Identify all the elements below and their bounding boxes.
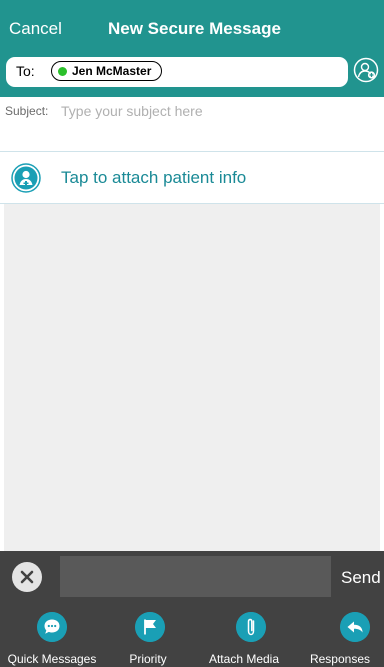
online-status-dot xyxy=(58,66,67,76)
compose-bar: Send xyxy=(0,551,384,604)
subject-input[interactable] xyxy=(59,100,363,122)
flag-icon xyxy=(135,612,165,642)
header: Cancel New Secure Message To: Jen McMast… xyxy=(0,0,384,97)
to-field[interactable]: To: Jen McMaster xyxy=(6,57,348,87)
attach-patient-row[interactable]: Tap to attach patient info xyxy=(0,152,384,204)
add-person-icon[interactable] xyxy=(353,57,379,83)
toolbar-item-label: Quick Messages xyxy=(7,652,97,666)
toolbar-item-label: Priority xyxy=(129,652,167,666)
page-title: New Secure Message xyxy=(108,19,281,38)
clear-button[interactable] xyxy=(12,562,42,592)
message-input[interactable] xyxy=(60,556,331,597)
toolbar-item-label: Responses xyxy=(309,652,371,666)
subject-label: Subject: xyxy=(5,104,49,118)
message-body-area[interactable] xyxy=(4,204,380,551)
bottom-toolbar: Quick Messages Priority Attach Media Res… xyxy=(0,604,384,667)
toolbar-item-label: Attach Media xyxy=(208,652,280,666)
send-button[interactable]: Send xyxy=(341,568,381,588)
cancel-button[interactable]: Cancel xyxy=(9,19,62,39)
quick-messages-button[interactable]: Quick Messages xyxy=(4,604,100,667)
recipient-name: Jen McMaster xyxy=(72,64,152,78)
chat-bubble-icon xyxy=(37,612,67,642)
close-icon xyxy=(20,570,34,584)
recipient-chip[interactable]: Jen McMaster xyxy=(51,61,163,81)
subject-row: Subject: xyxy=(0,97,384,152)
responses-button[interactable]: Responses xyxy=(292,604,384,667)
patient-icon xyxy=(11,163,41,193)
attach-patient-label: Tap to attach patient info xyxy=(61,168,247,187)
attach-media-button[interactable]: Attach Media xyxy=(196,604,292,667)
paperclip-icon xyxy=(236,612,266,642)
priority-button[interactable]: Priority xyxy=(100,604,196,667)
reply-arrow-icon xyxy=(340,612,370,642)
to-label: To: xyxy=(16,63,35,79)
